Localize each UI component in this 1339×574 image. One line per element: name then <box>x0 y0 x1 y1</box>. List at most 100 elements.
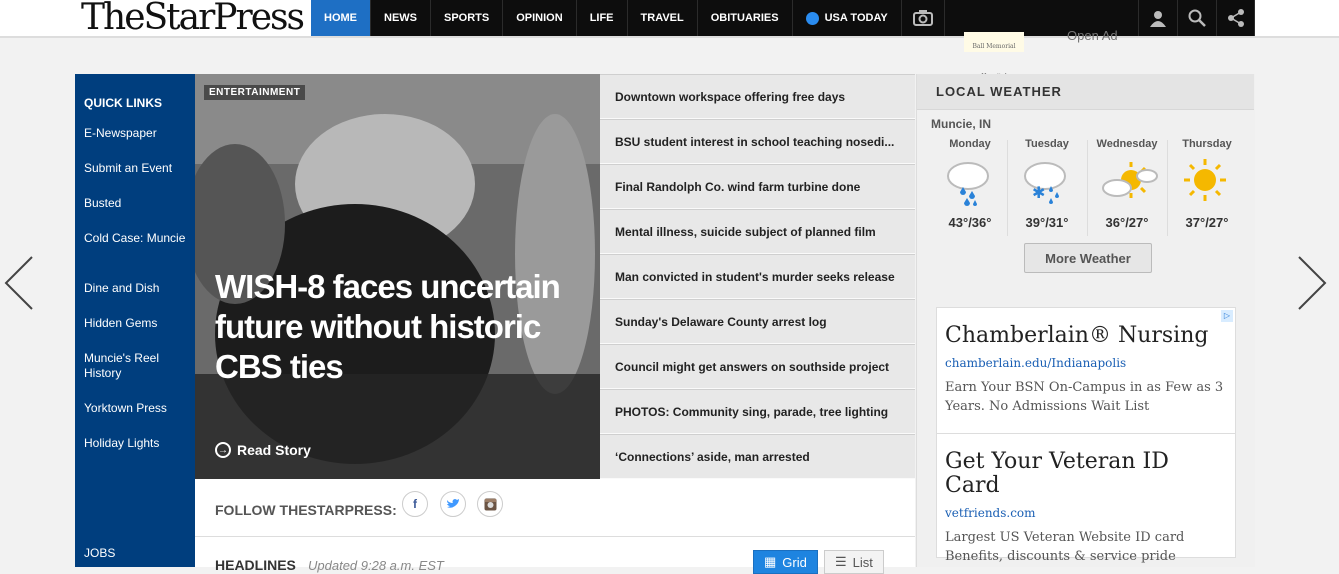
logo-text: TheStarPress <box>81 0 305 38</box>
weather-day[interactable]: Monday 43°/36° <box>930 138 1010 230</box>
follow-label: FOLLOW THESTARPRESS: <box>215 502 397 518</box>
hero-headline[interactable]: WISH-8 faces uncertain future without hi… <box>215 267 575 387</box>
svg-text:✱: ✱ <box>1032 183 1045 202</box>
grid-label: Grid <box>782 554 807 570</box>
search-button[interactable] <box>1177 0 1216 36</box>
weather-day[interactable]: Thursday 37°/27° <box>1167 138 1247 230</box>
hero-story[interactable]: ENTERTAINMENT WISH-8 faces uncertain fut… <box>195 74 600 479</box>
headline-item[interactable]: Man convicted in student's murder seeks … <box>600 254 915 299</box>
weather-title: LOCAL WEATHER <box>917 74 1254 110</box>
logo[interactable]: TheStarPress <box>73 0 311 36</box>
rain-icon <box>947 162 989 206</box>
quick-link-submit-event[interactable]: Submit an Event <box>84 161 189 176</box>
headline-item[interactable]: Sunday's Delaware County arrest log <box>600 299 915 344</box>
quick-link-busted[interactable]: Busted <box>84 196 189 211</box>
ad-url[interactable]: chamberlain.edu/Indianapolis <box>945 356 1227 370</box>
weather-day-name: Monday <box>949 138 991 150</box>
weather-temp: 43°/36° <box>948 215 992 230</box>
headline-item[interactable]: Downtown workspace offering free days <box>600 74 915 119</box>
usa-today-dot-icon <box>805 11 819 25</box>
headlines-section: HEADLINES Updated 9:28 a.m. EST ▦ Grid ☰… <box>195 537 915 574</box>
headline-list: Downtown workspace offering free days BS… <box>600 74 915 479</box>
read-story-link[interactable]: → Read Story <box>215 442 311 458</box>
grid-icon: ▦ <box>764 554 777 569</box>
list-icon: ☰ <box>835 554 847 569</box>
weather-temp: 37°/27° <box>1185 215 1229 230</box>
headline-item[interactable]: BSU student interest in school teaching … <box>600 119 915 164</box>
grid-view-button[interactable]: ▦ Grid <box>753 550 818 574</box>
nav-photos[interactable] <box>902 0 945 36</box>
headline-item[interactable]: Final Randolph Co. wind farm turbine don… <box>600 164 915 209</box>
twitter-icon[interactable] <box>440 491 466 517</box>
nav-opinion[interactable]: OPINION <box>503 0 577 36</box>
weather-divider <box>1167 140 1168 236</box>
ad-url[interactable]: vetfriends.com <box>945 506 1227 520</box>
share-button[interactable] <box>1216 0 1255 36</box>
nav-news[interactable]: NEWS <box>371 0 431 36</box>
updated-time: Updated 9:28 a.m. EST <box>308 558 444 573</box>
quick-link-hidden-gems[interactable]: Hidden Gems <box>84 316 189 331</box>
hospital-logo: Ball Memorial Hospital <box>964 32 1024 80</box>
weather-day-name: Tuesday <box>1025 138 1069 150</box>
instagram-icon[interactable] <box>477 491 503 517</box>
weather-divider <box>1007 140 1008 236</box>
open-ad-link[interactable]: Open Ad <box>1067 28 1118 43</box>
follow-bar: FOLLOW THESTARPRESS: f <box>195 479 915 537</box>
previous-arrow-icon[interactable] <box>4 255 34 311</box>
header-ad[interactable]: Ball Memorial Hospital Open Ad <box>964 28 1154 80</box>
quick-links-panel: QUICK LINKS E-Newspaper Submit an Event … <box>75 74 195 567</box>
sponsored-ads: ▷ Chamberlain® Nursing chamberlain.edu/I… <box>936 307 1236 565</box>
user-icon <box>1150 11 1166 27</box>
nav-life[interactable]: LIFE <box>577 0 628 36</box>
headline-item[interactable]: ‘Connections’ aside, man arrested <box>600 434 915 479</box>
nav-home[interactable]: HOME <box>311 0 371 36</box>
quick-link-yorktown-press[interactable]: Yorktown Press <box>84 401 189 416</box>
list-view-button[interactable]: ☰ List <box>824 550 884 574</box>
quick-link-cold-case[interactable]: Cold Case: Muncie <box>84 231 189 246</box>
headline-item[interactable]: Mental illness, suicide subject of plann… <box>600 209 915 254</box>
camera-icon <box>912 10 933 26</box>
facebook-icon[interactable]: f <box>402 491 428 517</box>
weather-location: Muncie, IN <box>931 117 992 131</box>
nav-usa-today-label: USA TODAY <box>824 12 888 24</box>
weather-day-name: Thursday <box>1182 138 1232 150</box>
quick-link-holiday-lights[interactable]: Holiday Lights <box>84 436 189 451</box>
weather-day-name: Wednesday <box>1096 138 1158 150</box>
nav-sports[interactable]: SPORTS <box>431 0 504 36</box>
more-weather-button[interactable]: More Weather <box>1024 243 1152 273</box>
read-story-label: Read Story <box>237 442 311 458</box>
nav-travel[interactable]: TRAVEL <box>628 0 698 36</box>
nav-utilities <box>1138 0 1255 36</box>
arrow-right-circle-icon: → <box>215 442 231 458</box>
twitter-bird-icon <box>447 499 459 508</box>
ad-item[interactable]: Chamberlain® Nursing chamberlain.edu/Ind… <box>937 308 1235 434</box>
partly-sunny-icon <box>1102 162 1158 198</box>
search-icon <box>1188 9 1206 27</box>
ad-item[interactable]: Get Your Veteran ID Card vetfriends.com … <box>937 434 1235 565</box>
instagram-glyph-icon <box>484 498 496 510</box>
ad-description: Largest US Veteran Website ID card Benef… <box>945 530 1185 564</box>
nav-obituaries[interactable]: OBITUARIES <box>698 0 793 36</box>
weather-day[interactable]: Wednesday 36°/27° <box>1087 138 1167 230</box>
headline-item[interactable]: PHOTOS: Community sing, parade, tree lig… <box>600 389 915 434</box>
headlines-title: HEADLINES <box>215 557 296 573</box>
weather-day[interactable]: Tuesday ✱ 39°/31° <box>1007 138 1087 230</box>
headline-item[interactable]: Council might get answers on southside p… <box>600 344 915 389</box>
next-arrow-icon[interactable] <box>1297 255 1327 311</box>
snow-rain-icon: ✱ <box>1024 162 1066 204</box>
quick-link-jobs[interactable]: JOBS <box>84 546 189 561</box>
quick-link-e-newspaper[interactable]: E-Newspaper <box>84 126 189 141</box>
ad-title[interactable]: Get Your Veteran ID Card <box>945 450 1227 498</box>
share-icon <box>1227 9 1244 27</box>
quick-link-reel-history[interactable]: Muncie's Reel History <box>84 351 189 381</box>
ad-title[interactable]: Chamberlain® Nursing <box>945 324 1227 348</box>
weather-temp: 36°/27° <box>1105 215 1149 230</box>
weather-temp: 39°/31° <box>1025 215 1069 230</box>
category-tag[interactable]: ENTERTAINMENT <box>204 85 306 100</box>
nav-usa-today[interactable]: USA TODAY <box>793 0 902 36</box>
main-nav: HOME NEWS SPORTS OPINION LIFE TRAVEL OBI… <box>311 0 945 36</box>
quick-link-dine-and-dish[interactable]: Dine and Dish <box>84 281 189 296</box>
quick-links-title: QUICK LINKS <box>84 96 162 110</box>
list-label: List <box>852 554 873 570</box>
sunny-icon <box>1184 159 1226 201</box>
